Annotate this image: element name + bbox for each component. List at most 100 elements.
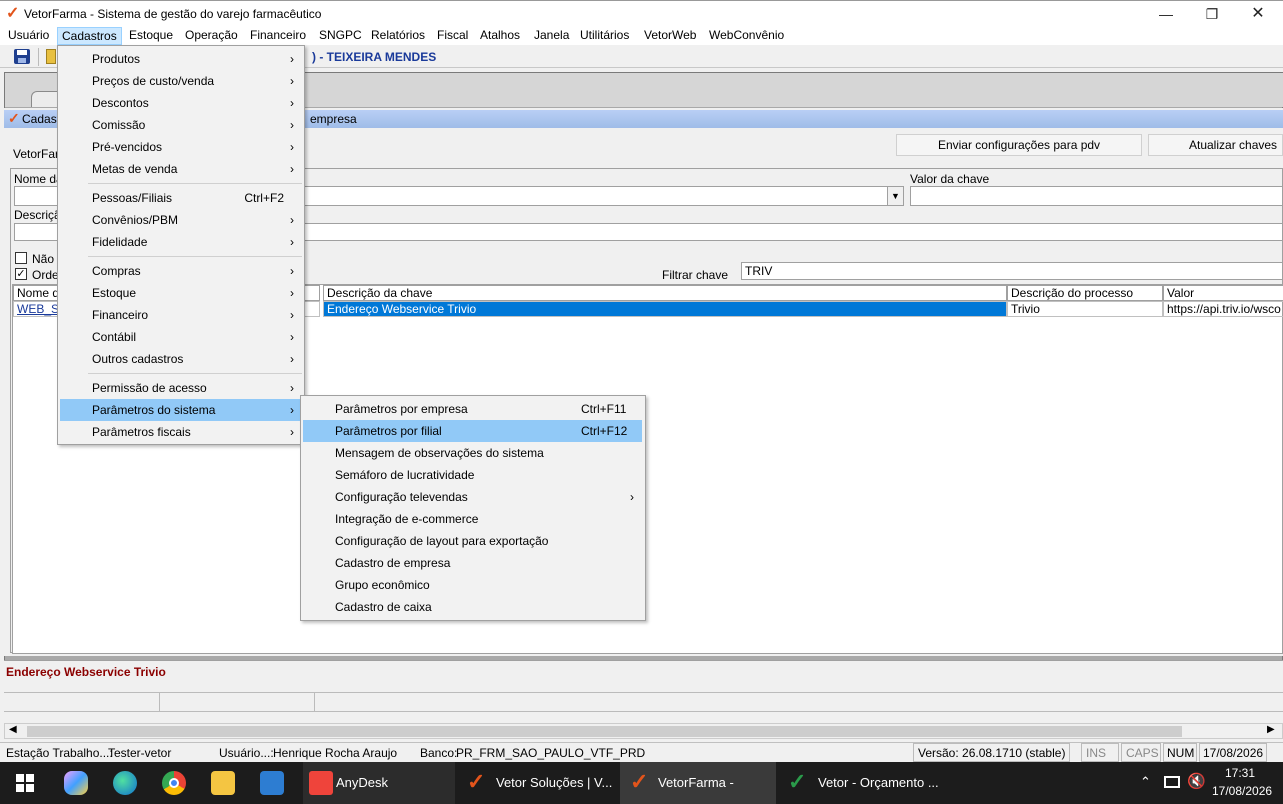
maximize-button[interactable]: ❐ bbox=[1189, 1, 1235, 27]
atualizar-chaves-button[interactable]: Atualizar chaves bbox=[1148, 134, 1283, 156]
menu-webconvenio[interactable]: WebConvênio bbox=[705, 27, 788, 45]
chevron-up-icon[interactable]: ⌃ bbox=[1140, 774, 1151, 790]
menu-item-pessoas-filiais[interactable]: Pessoas/Filiais Ctrl+F2 bbox=[60, 187, 302, 209]
submenu-item-cadastro-de-empresa[interactable]: Cadastro de empresa bbox=[303, 552, 642, 574]
cell-descricao[interactable]: Endereço Webservice Trivio bbox=[323, 301, 1007, 317]
enviar-config-pdv-button[interactable]: Enviar configurações para pdv bbox=[896, 134, 1142, 156]
cell-valor[interactable]: https://api.triv.io/wsco bbox=[1163, 301, 1283, 317]
scroll-right-icon[interactable]: ▶ bbox=[1267, 724, 1275, 735]
save-icon[interactable] bbox=[14, 49, 30, 64]
menu-item-parametros-fiscais[interactable]: Parâmetros fiscais › bbox=[60, 421, 302, 443]
teams-icon[interactable] bbox=[260, 771, 284, 795]
taskbar-anydesk[interactable]: AnyDesk bbox=[303, 762, 455, 804]
vetorfarma-icon: ✓ bbox=[630, 769, 649, 794]
scroll-left-icon[interactable]: ◀ bbox=[9, 724, 17, 735]
menu-item-precos-de-custo-venda[interactable]: Preços de custo/venda › bbox=[60, 70, 302, 92]
taskbar-vetorfarma[interactable]: ✓ VetorFarma - Siste... bbox=[620, 762, 776, 804]
menu-item-label: Comissão bbox=[92, 118, 146, 132]
menu-usuario[interactable]: Usuário bbox=[4, 27, 53, 45]
menu-item-label: Fidelidade bbox=[92, 235, 148, 249]
menu-fiscal[interactable]: Fiscal bbox=[433, 27, 472, 45]
submenu-item-label: Parâmetros por empresa bbox=[335, 402, 468, 416]
submenu-item-integracao-de-e-commerce[interactable]: Integração de e-commerce bbox=[303, 508, 642, 530]
menu-item-label: Pré-vencidos bbox=[92, 140, 163, 154]
submenu-item-label: Parâmetros por filial bbox=[335, 424, 442, 438]
menu-item-compras[interactable]: Compras › bbox=[60, 260, 302, 282]
menu-item-convenios-pbm[interactable]: Convênios/PBM › bbox=[60, 209, 302, 231]
horizontal-scrollbar[interactable]: ◀ ▶ bbox=[4, 723, 1283, 739]
windows-start-icon[interactable] bbox=[16, 774, 34, 792]
submenu-item-parametros-por-filial[interactable]: Parâmetros por filial Ctrl+F12 bbox=[303, 420, 642, 442]
document-icon[interactable] bbox=[46, 49, 56, 64]
edge-icon[interactable] bbox=[113, 771, 137, 795]
status-bar: Estação Trabalho...: Tester-vetor Usuári… bbox=[0, 742, 1283, 762]
menu-item-permissao-de-acesso[interactable]: Permissão de acesso › bbox=[60, 377, 302, 399]
menu-item-pre-vencidos[interactable]: Pré-vencidos › bbox=[60, 136, 302, 158]
col-descricao[interactable]: Descrição da chave bbox=[323, 285, 1007, 301]
cell-processo[interactable]: Trivio bbox=[1007, 301, 1163, 317]
chevron-right-icon: › bbox=[290, 264, 294, 278]
chrome-icon[interactable] bbox=[162, 771, 186, 795]
menu-utilitarios[interactable]: Utilitários bbox=[576, 27, 633, 45]
menu-operacao[interactable]: Operação bbox=[181, 27, 242, 45]
ordem-checkbox[interactable]: ✓ bbox=[15, 268, 27, 280]
menu-item-produtos[interactable]: Produtos › bbox=[60, 48, 302, 70]
menu-item-financeiro[interactable]: Financeiro › bbox=[60, 304, 302, 326]
menu-atalhos[interactable]: Atalhos bbox=[476, 27, 524, 45]
banco-value: PR_FRM_SAO_PAULO_VTF_PRD bbox=[456, 746, 646, 760]
speaker-muted-icon[interactable]: 🔇 bbox=[1187, 772, 1206, 790]
menu-estoque[interactable]: Estoque bbox=[125, 27, 177, 45]
menu-item-outros-cadastros[interactable]: Outros cadastros › bbox=[60, 348, 302, 370]
menu-item-comissao[interactable]: Comissão › bbox=[60, 114, 302, 136]
num-indicator: NUM bbox=[1163, 743, 1197, 762]
taskbar-date[interactable]: 17/08/2026 bbox=[1212, 784, 1272, 798]
menu-cadastros[interactable]: Cadastros bbox=[57, 27, 122, 45]
copilot-icon[interactable] bbox=[64, 771, 88, 795]
close-button[interactable]: ✕ bbox=[1235, 1, 1281, 27]
menu-vetorweb[interactable]: VetorWeb bbox=[640, 27, 700, 45]
valor-chave-input[interactable] bbox=[910, 186, 1283, 206]
menu-item-descontos[interactable]: Descontos › bbox=[60, 92, 302, 114]
menu-item-estoque[interactable]: Estoque › bbox=[60, 282, 302, 304]
menu-financeiro[interactable]: Financeiro bbox=[246, 27, 310, 45]
menu-item-fidelidade[interactable]: Fidelidade › bbox=[60, 231, 302, 253]
submenu-item-configuracao-televendas[interactable]: Configuração televendas › bbox=[303, 486, 642, 508]
chevron-right-icon: › bbox=[290, 235, 294, 249]
menu-item-contabil[interactable]: Contábil › bbox=[60, 326, 302, 348]
scrollbar-thumb[interactable] bbox=[27, 726, 1182, 737]
chevron-right-icon: › bbox=[290, 96, 294, 110]
menu-item-label: Outros cadastros bbox=[92, 352, 184, 366]
network-icon[interactable] bbox=[1164, 776, 1180, 788]
dropdown-arrow-icon[interactable]: ▼ bbox=[887, 187, 903, 205]
submenu-item-cadastro-de-caixa[interactable]: Cadastro de caixa bbox=[303, 596, 642, 618]
submenu-item-semaforo-de-lucratividade[interactable]: Semáforo de lucratividade bbox=[303, 464, 642, 486]
taskbar-vetor-orcamento[interactable]: ✓ Vetor - Orçamento ... bbox=[780, 762, 940, 804]
menu-item-label: Produtos bbox=[92, 52, 141, 66]
taskbar-vetor-solucoes[interactable]: ✓ Vetor Soluções | V... bbox=[461, 762, 617, 804]
submenu-item-parametros-por-empresa[interactable]: Parâmetros por empresa Ctrl+F11 bbox=[303, 398, 642, 420]
menu-item-metas-de-venda[interactable]: Metas de venda › bbox=[60, 158, 302, 180]
taskbar-vetor-orcamento-label: Vetor - Orçamento ... bbox=[818, 775, 939, 790]
menu-separator bbox=[88, 183, 302, 184]
chevron-right-icon: › bbox=[290, 118, 294, 132]
submenu-item-mensagem-de-observacoes-do-sistema[interactable]: Mensagem de observações do sistema bbox=[303, 442, 642, 464]
menu-janela[interactable]: Janela bbox=[530, 27, 573, 45]
file-explorer-icon[interactable] bbox=[211, 771, 235, 795]
col-processo[interactable]: Descrição do processo bbox=[1007, 285, 1163, 301]
submenu-item-grupo-economico[interactable]: Grupo econômico bbox=[303, 574, 642, 596]
menu-sngpc[interactable]: SNGPC bbox=[315, 27, 366, 45]
menu-item-label: Metas de venda bbox=[92, 162, 178, 176]
anydesk-icon bbox=[309, 771, 333, 795]
cadastros-menu: Produtos › Preços de custo/venda › Descontos… bbox=[57, 45, 305, 445]
filtrar-chave-input[interactable]: TRIV bbox=[741, 262, 1283, 280]
taskbar-time[interactable]: 17:31 bbox=[1225, 766, 1255, 780]
menu-relatorios[interactable]: Relatórios bbox=[367, 27, 429, 45]
minimize-button[interactable]: — bbox=[1143, 1, 1189, 27]
submenu-item-configuracao-de-layout-para-exportacao[interactable]: Configuração de layout para exportação bbox=[303, 530, 642, 552]
title-bar: ✓ VetorFarma - Sistema de gestão do vare… bbox=[0, 0, 1283, 26]
col-valor[interactable]: Valor bbox=[1163, 285, 1283, 301]
menu-item-parametros-do-sistema[interactable]: Parâmetros do sistema › bbox=[60, 399, 302, 421]
nao-checkbox[interactable] bbox=[15, 252, 27, 264]
ins-indicator: INS bbox=[1081, 743, 1119, 762]
menu-item-label: Estoque bbox=[92, 286, 137, 300]
